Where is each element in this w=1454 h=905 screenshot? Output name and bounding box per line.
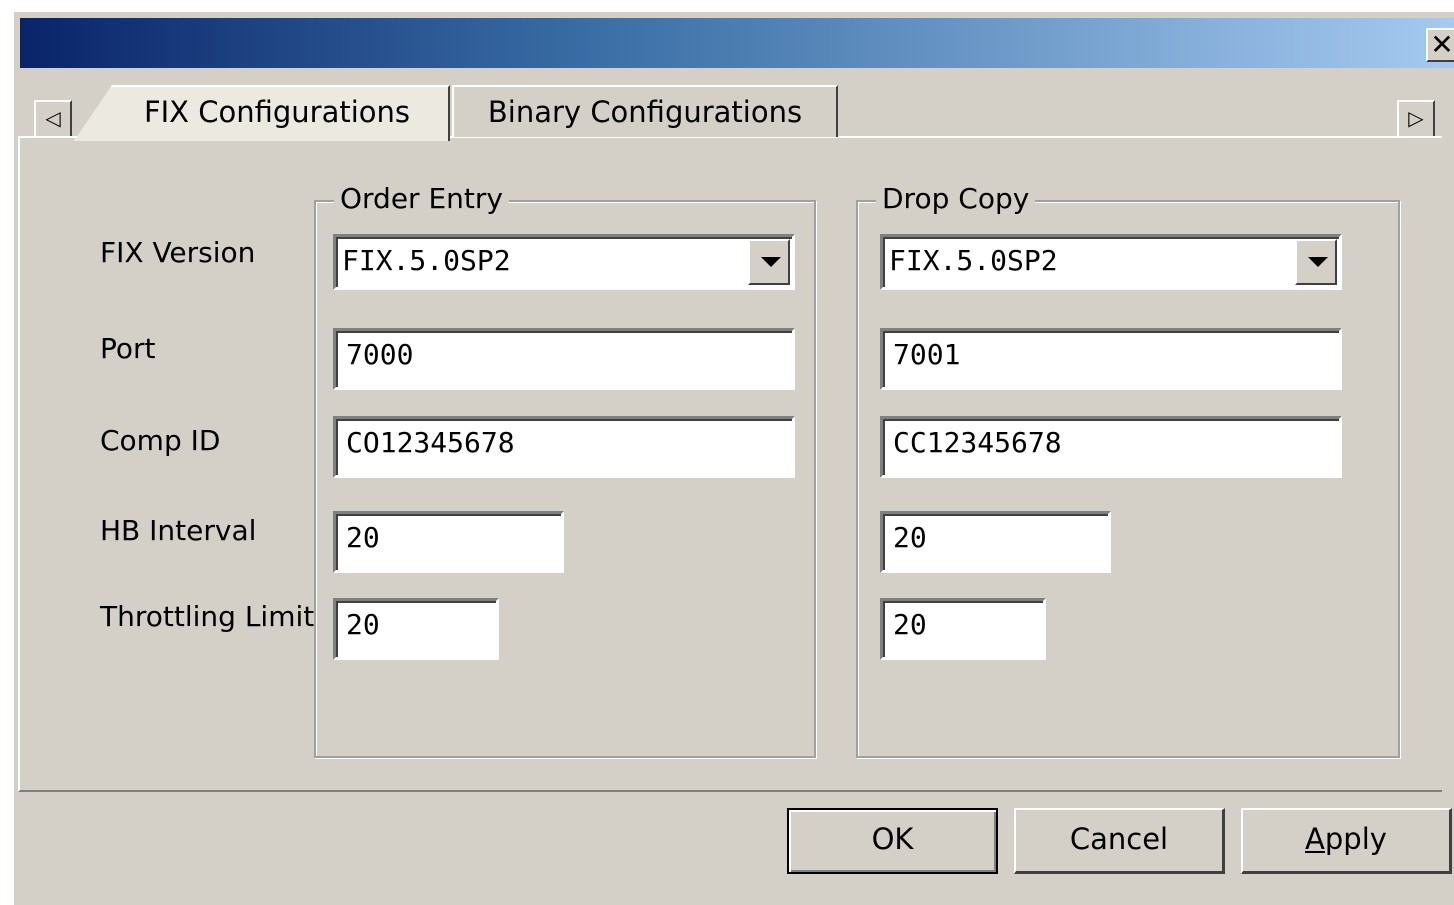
ok-button[interactable]: OK (787, 808, 998, 874)
chevron-down-icon[interactable] (1295, 239, 1337, 285)
tab-binary-configurations[interactable]: Binary Configurations (452, 85, 838, 137)
port-label: Port (100, 332, 156, 365)
triangle-left-icon: ◁ (45, 106, 61, 130)
drop-copy-hb-interval-input[interactable]: 20 (880, 511, 1111, 573)
hb-interval-label: HB Interval (100, 514, 257, 547)
order-entry-hb-interval-input[interactable]: 20 (333, 511, 564, 573)
group-title: Order Entry (334, 182, 509, 216)
triangle-right-icon: ▷ (1408, 106, 1424, 130)
order-entry-fix-version-select[interactable]: FIX.5.0SP2 (333, 234, 795, 290)
group-title: Drop Copy (876, 182, 1036, 216)
chevron-down-icon[interactable] (748, 239, 790, 285)
comp-id-label: Comp ID (100, 424, 221, 457)
apply-label-rest: pply (1324, 822, 1387, 856)
fix-version-label: FIX Version (100, 236, 256, 269)
title-bar[interactable]: ✕ (20, 18, 1454, 68)
order-entry-comp-id-input[interactable]: CO12345678 (333, 416, 795, 478)
tab-fix-configurations[interactable]: FIX Configurations (74, 85, 450, 141)
tab-scroll-right-button[interactable]: ▷ (1397, 100, 1435, 138)
close-button[interactable]: ✕ (1426, 28, 1454, 62)
apply-accelerator: A (1305, 822, 1325, 856)
cancel-button[interactable]: Cancel (1014, 808, 1225, 874)
order-entry-port-input[interactable]: 7000 (333, 328, 795, 390)
throttling-limit-label: Throttling Limit (100, 600, 315, 633)
select-value: FIX.5.0SP2 (889, 244, 1058, 277)
tab-label: FIX Configurations (143, 95, 411, 129)
close-icon: ✕ (1430, 28, 1454, 61)
drop-copy-comp-id-input[interactable]: CC12345678 (880, 416, 1342, 478)
select-value: FIX.5.0SP2 (342, 244, 511, 277)
order-entry-throttling-limit-input[interactable]: 20 (333, 598, 499, 660)
drop-copy-port-input[interactable]: 7001 (880, 328, 1342, 390)
tab-scroll-left-button[interactable]: ◁ (34, 100, 72, 138)
drop-copy-throttling-limit-input[interactable]: 20 (880, 598, 1046, 660)
tab-label: Binary Configurations (487, 95, 803, 129)
drop-copy-fix-version-select[interactable]: FIX.5.0SP2 (880, 234, 1342, 290)
apply-button[interactable]: Apply (1241, 808, 1452, 874)
